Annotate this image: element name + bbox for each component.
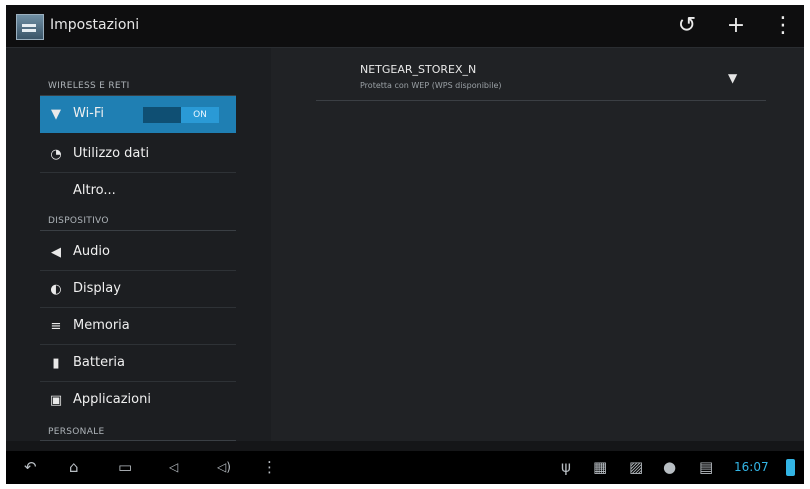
sidebar-item-wifi[interactable]: ▼ Wi-Fi ON	[40, 96, 236, 133]
battery-status-icon	[786, 459, 795, 476]
refresh-icon[interactable]: ↺	[672, 12, 702, 40]
download-icon: ▤	[699, 458, 714, 476]
volume-up-icon[interactable]: ◁)	[217, 458, 231, 476]
sidebar-item-label: Display	[73, 281, 121, 296]
overflow-menu-icon[interactable]: ⋮	[768, 12, 798, 40]
wifi-icon: ▼	[51, 107, 61, 122]
sidebar-item-label: Altro...	[73, 183, 116, 198]
sidebar-item-label: Audio	[73, 244, 110, 259]
screenshot-icon: ▦	[593, 458, 608, 476]
storage-icon: ≡	[50, 319, 62, 334]
wifi-signal-lock-icon: ▼	[728, 71, 738, 85]
wifi-toggle-on-label: ON	[181, 107, 219, 123]
system-bar: ↶ ⌂ ▭ ◁ ◁) ⋮ ψ ▦ ▨ ● ▤ 16:07	[6, 451, 804, 484]
volume-down-icon[interactable]: ◁	[169, 458, 178, 476]
section-header-wireless: WIRELESS E RETI	[48, 81, 130, 91]
apps-icon: ▣	[49, 393, 63, 408]
back-icon[interactable]: ↶	[24, 458, 37, 476]
gallery-icon: ▨	[629, 458, 644, 476]
speaker-icon: ◀	[51, 245, 61, 260]
tablet-screen: Impostazioni ↺ + ⋮ WIRELESS E RETI ▼ Wi-…	[6, 5, 804, 484]
wifi-networks-pane: NETGEAR_STOREX_N Protetta con WEP (WPS d…	[271, 48, 804, 441]
settings-app-icon[interactable]	[16, 14, 44, 40]
sidebar-item-display[interactable]: ◐ Display	[40, 271, 236, 308]
usb-icon: ψ	[561, 458, 571, 476]
sidebar-item-apps[interactable]: ▣ Applicazioni	[40, 382, 236, 419]
recent-apps-icon[interactable]: ▭	[118, 458, 132, 476]
brightness-icon: ◐	[50, 282, 62, 297]
wifi-toggle[interactable]: ON	[143, 107, 219, 123]
sidebar-item-label: Applicazioni	[73, 392, 151, 407]
menu-icon[interactable]: ⋮	[262, 458, 277, 476]
list-divider	[316, 100, 766, 101]
home-icon[interactable]: ⌂	[69, 458, 79, 476]
section-header-personal: PERSONALE	[48, 427, 105, 437]
sidebar-item-data-usage[interactable]: ◔ Utilizzo dati	[40, 136, 236, 173]
add-icon[interactable]: +	[721, 12, 751, 40]
battery-icon: ▮	[52, 356, 60, 371]
network-security-status: Protetta con WEP (WPS disponibile)	[360, 81, 502, 90]
sidebar-item-label: Utilizzo dati	[73, 146, 150, 161]
sidebar-item-more[interactable]: Altro...	[40, 173, 236, 210]
sidebar-item-label: Memoria	[73, 318, 130, 333]
page-title: Impostazioni	[50, 17, 140, 33]
section-header-device: DISPOSITIVO	[48, 216, 109, 226]
sidebar-item-battery[interactable]: ▮ Batteria	[40, 345, 236, 382]
sidebar-item-label: Wi-Fi	[73, 106, 105, 121]
network-name: NETGEAR_STOREX_N	[360, 63, 477, 76]
sidebar-item-audio[interactable]: ◀ Audio	[40, 234, 236, 271]
data-usage-icon: ◔	[50, 147, 62, 162]
section-divider	[40, 230, 236, 231]
sidebar-item-label: Batteria	[73, 355, 125, 370]
notification-icon: ●	[663, 458, 677, 476]
sidebar-item-storage[interactable]: ≡ Memoria	[40, 308, 236, 345]
action-bar: Impostazioni ↺ + ⋮	[6, 5, 804, 48]
section-divider	[40, 440, 236, 441]
clock: 16:07	[734, 460, 769, 474]
settings-sidebar: WIRELESS E RETI ▼ Wi-Fi ON ◔ Utilizzo da…	[6, 48, 271, 441]
